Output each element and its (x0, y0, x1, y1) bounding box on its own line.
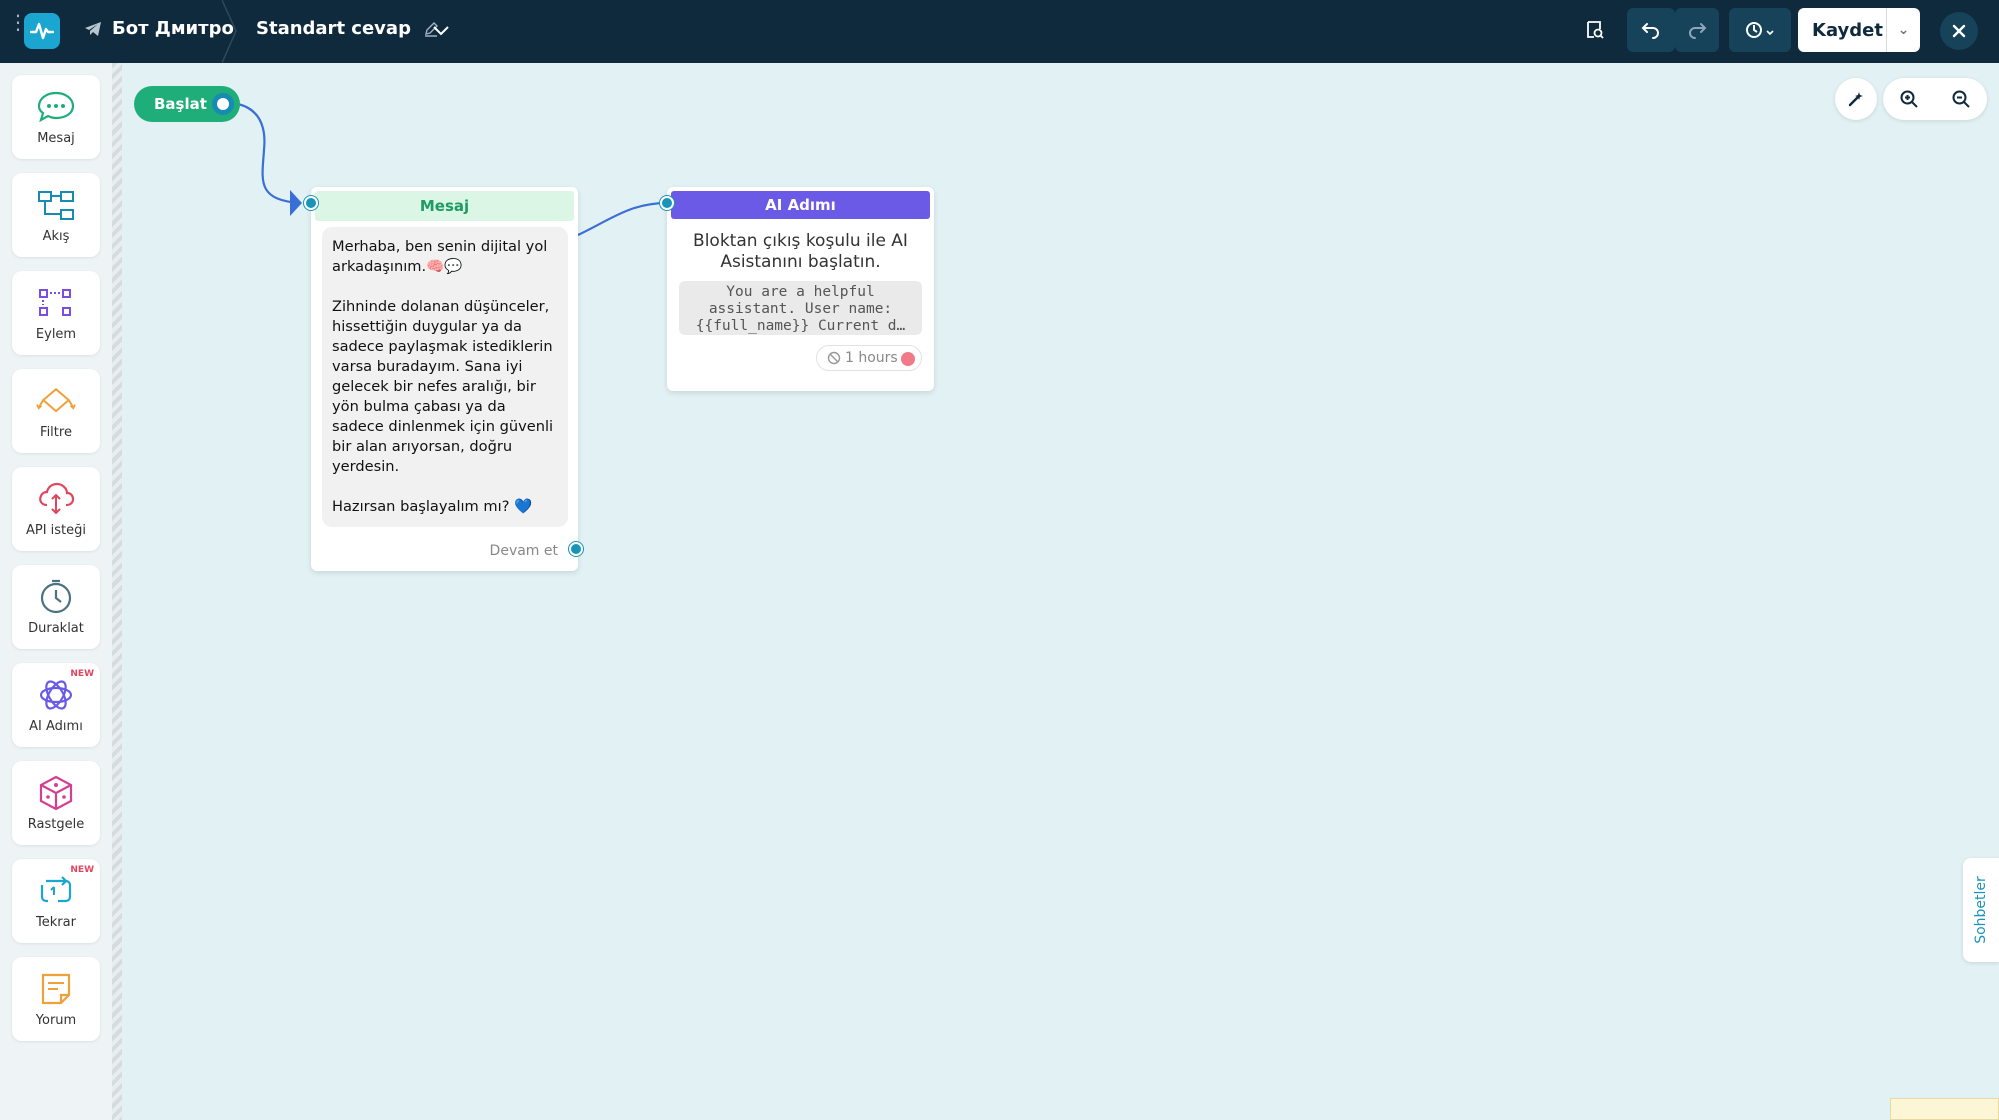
palette-label: Rastgele (27, 817, 85, 832)
start-node[interactable]: Başlat (134, 86, 240, 122)
zoom-controls (1883, 78, 1987, 120)
timeout-icon (827, 351, 841, 365)
history-icon (1746, 22, 1774, 38)
magic-wand-icon (1848, 92, 1863, 107)
ai-node-title: AI Adımı (671, 191, 930, 219)
chevron-down-icon[interactable] (428, 18, 454, 44)
zoom-out-icon[interactable] (1951, 89, 1971, 109)
message-node-title: Mesaj (315, 191, 574, 221)
palette-item-yorum[interactable]: Yorum (12, 957, 100, 1041)
palette-label: Mesaj (37, 131, 75, 146)
ai-icon (36, 675, 76, 715)
history-button[interactable] (1729, 8, 1791, 52)
undo-icon (1641, 23, 1659, 39)
palette-label: Duraklat (28, 621, 84, 636)
palette-label: Akış (42, 229, 70, 244)
palette-label: AI Adımı (29, 719, 83, 734)
timeout-value: 1 hours (845, 350, 898, 366)
ai-prompt-preview[interactable]: You are a helpful assistant. User name: … (679, 281, 922, 335)
palette-label: Tekrar (36, 915, 76, 930)
filter-icon (36, 381, 76, 421)
close-button[interactable] (1940, 12, 1978, 50)
message-text: Merhaba, ben senin dijital yol arkadaşın… (332, 238, 548, 275)
bot-breadcrumb[interactable]: Бот Дмитро (84, 18, 234, 39)
chats-tab-label: Sohbetler (1973, 876, 1989, 944)
save-options-chevron-icon[interactable]: ⌄ (1886, 8, 1920, 52)
magic-arrange-button[interactable] (1835, 78, 1877, 120)
flow-title[interactable]: Standart cevap (256, 18, 439, 39)
palette-item-tekrar[interactable]: NEW Tekrar (12, 859, 100, 943)
palette-label: Filtre (40, 425, 72, 440)
ai-node-description: Bloktan çıkış koşulu ile AI Asistanını b… (693, 231, 908, 272)
close-icon (1952, 24, 1966, 38)
palette-item-rastgele[interactable]: Rastgele (12, 761, 100, 845)
palette-item-akis[interactable]: Akış (12, 173, 100, 257)
start-output-port[interactable] (212, 93, 234, 115)
chats-side-tab[interactable]: Sohbetler (1963, 858, 1999, 962)
sticky-note-corner[interactable] (1890, 1098, 1999, 1120)
palette-divider (112, 63, 122, 1120)
palette-label: Yorum (35, 1013, 77, 1028)
new-badge: NEW (70, 865, 94, 875)
timeout-output-port[interactable] (901, 352, 915, 366)
palette-item-mesaj[interactable]: Mesaj (12, 75, 100, 159)
save-button[interactable]: Kaydet ⌄ (1798, 8, 1920, 52)
repeat-icon (36, 871, 76, 911)
dice-icon (36, 773, 76, 813)
breadcrumb-separator (222, 0, 237, 63)
flow-name: Standart cevap (256, 18, 411, 39)
telegram-icon (85, 21, 101, 36)
flow-icon (36, 185, 76, 225)
zoom-in-icon[interactable] (1899, 89, 1919, 109)
preview-icon (1587, 21, 1604, 39)
palette-item-eylem[interactable]: Eylem (12, 271, 100, 355)
message-input-port[interactable] (304, 196, 318, 210)
ai-step-node[interactable]: AI Adımı Bloktan çıkış koşulu ile AI Asi… (667, 187, 934, 391)
redo-button[interactable] (1675, 8, 1719, 52)
palette-item-duraklat[interactable]: Duraklat (12, 565, 100, 649)
action-icon (36, 283, 76, 323)
palette-item-api-istegi[interactable]: API isteği (12, 467, 100, 551)
undo-button[interactable] (1627, 8, 1675, 52)
timeout-badge[interactable]: 1 hours (816, 345, 922, 371)
new-badge: NEW (70, 669, 94, 679)
ai-input-port[interactable] (660, 196, 674, 210)
message-text: Hazırsan başlayalım mı? 💙 (332, 498, 533, 515)
palette-item-ai-adimi[interactable]: NEW AI Adımı (12, 663, 100, 747)
continue-label: Devam et (489, 543, 558, 559)
message-bubble[interactable]: Merhaba, ben senin dijital yol arkadaşın… (322, 227, 568, 527)
bot-name: Бот Дмитро (112, 18, 234, 39)
palette-label: Eylem (35, 327, 77, 342)
message-output-port[interactable] (569, 542, 583, 556)
palette-item-filtre[interactable]: Filtre (12, 369, 100, 453)
start-label: Başlat (154, 95, 207, 113)
palette-label: API isteği (25, 523, 87, 538)
note-icon (36, 969, 76, 1009)
more-menu-icon[interactable]: ⋮ (8, 12, 28, 44)
message-text: Zihninde dolanan düşünceler, hissettiğin… (332, 298, 554, 475)
redo-icon (1689, 23, 1707, 39)
save-label: Kaydet (1812, 19, 1883, 41)
top-bar: ⋮ Бот Дмитро Standart cevap Kaydet ⌄ (0, 0, 1999, 63)
preview-button[interactable] (1580, 8, 1610, 52)
api-icon (36, 479, 76, 519)
message-node[interactable]: Mesaj Merhaba, ben senin dijital yol ark… (311, 187, 578, 571)
app-logo[interactable] (24, 13, 60, 49)
message-icon (36, 87, 76, 127)
timer-icon (36, 577, 76, 617)
